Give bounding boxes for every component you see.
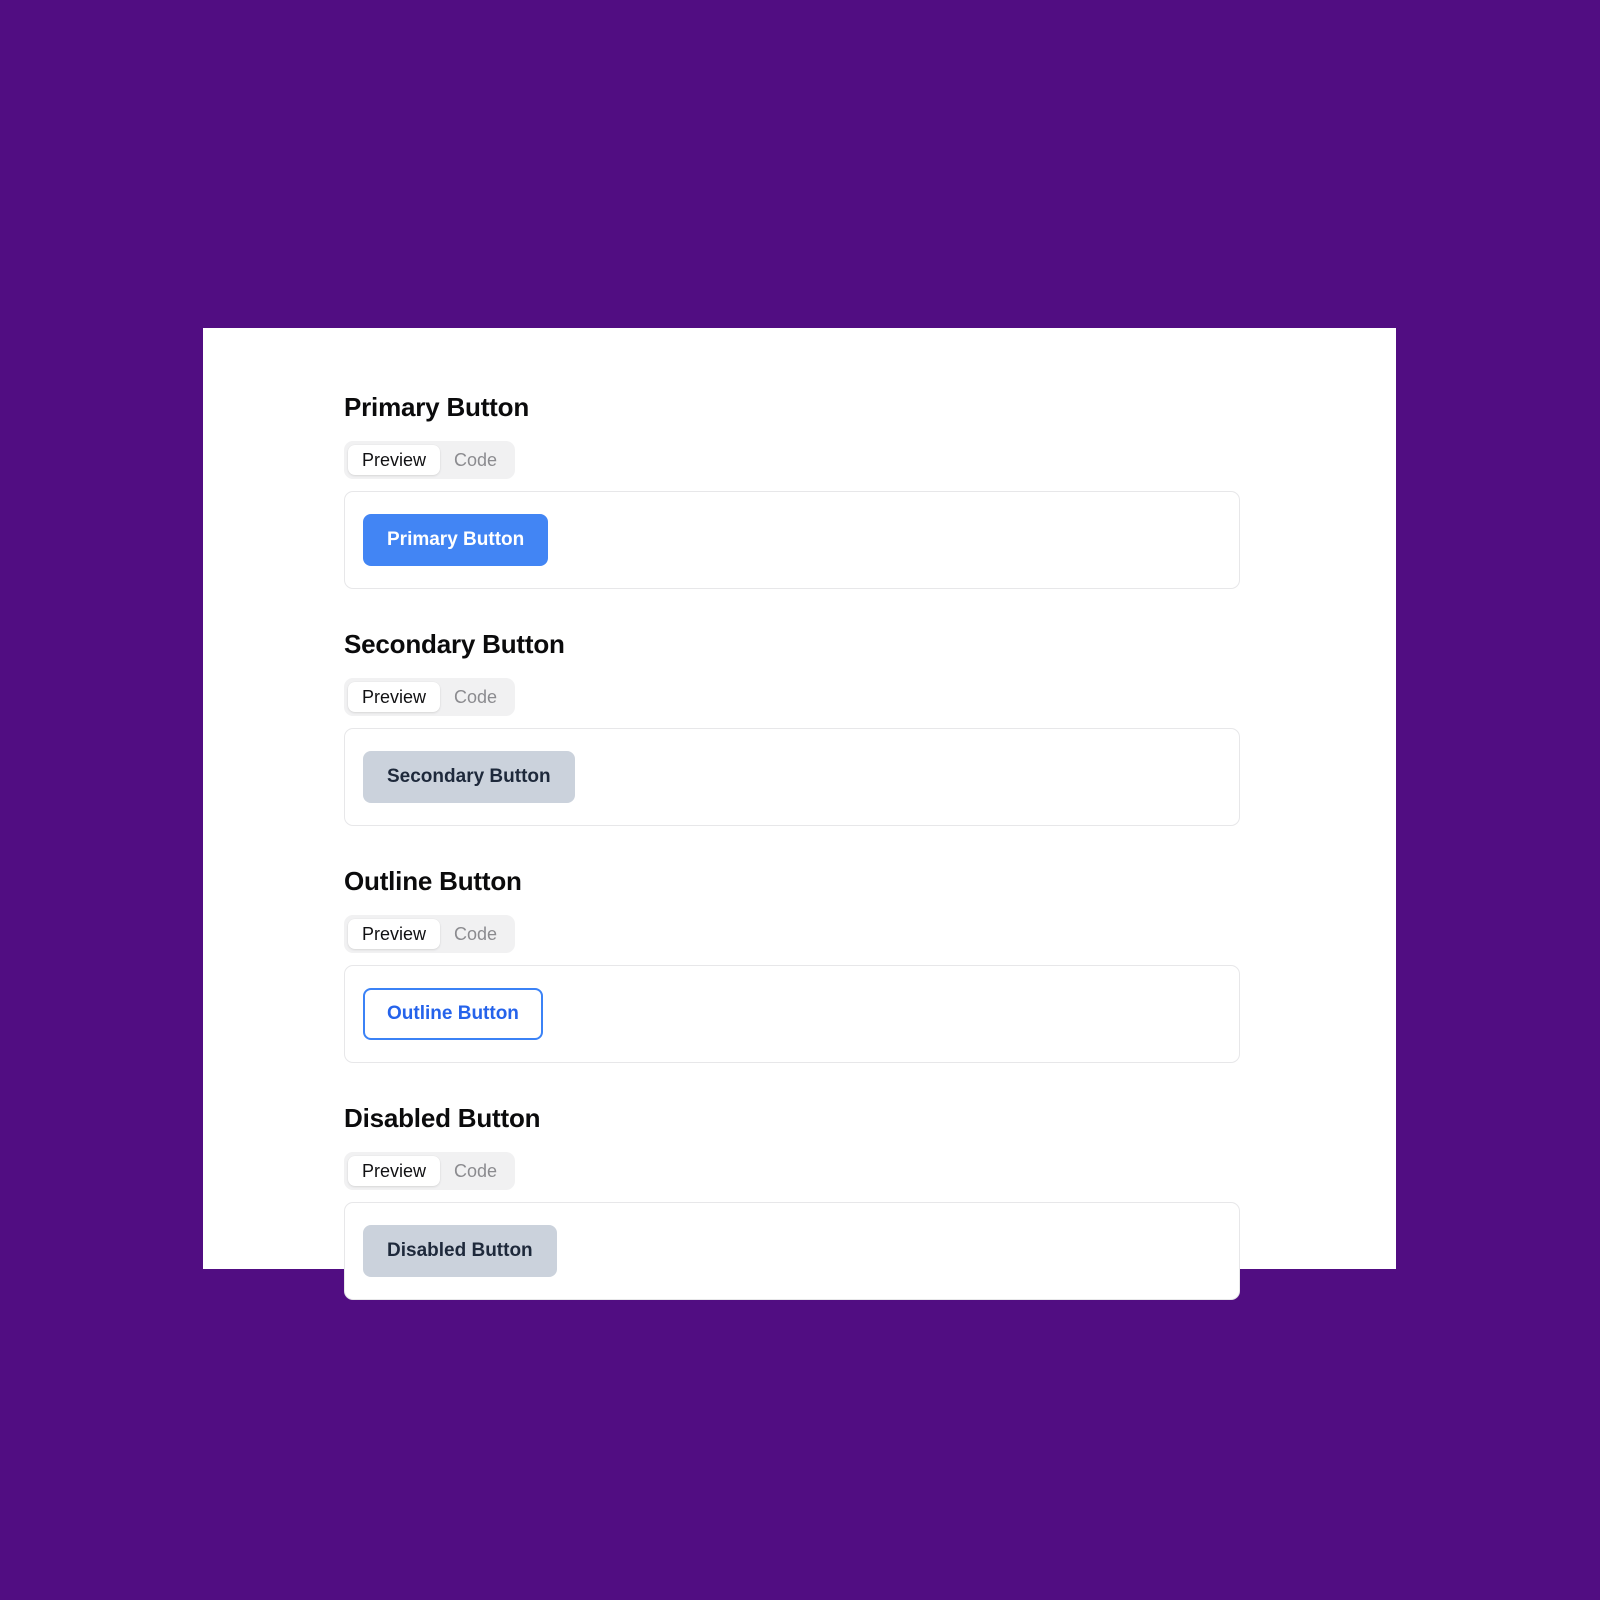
section-secondary-button: Secondary Button Preview Code Secondary …	[344, 629, 1240, 826]
primary-button[interactable]: Primary Button	[363, 514, 549, 566]
tab-group: Preview Code	[344, 678, 516, 716]
tab-preview[interactable]: Preview	[348, 445, 441, 475]
tab-code[interactable]: Code	[440, 445, 511, 475]
tab-code[interactable]: Code	[440, 682, 511, 712]
tab-preview[interactable]: Preview	[348, 919, 441, 949]
tab-preview[interactable]: Preview	[348, 1156, 441, 1186]
tab-code[interactable]: Code	[440, 919, 511, 949]
component-showcase-card: Primary Button Preview Code Primary Butt…	[203, 328, 1396, 1300]
sections-list: Primary Button Preview Code Primary Butt…	[344, 392, 1240, 1300]
section-heading: Secondary Button	[344, 629, 565, 659]
preview-box: Disabled Button	[344, 1202, 1240, 1300]
section-primary-button: Primary Button Preview Code Primary Butt…	[344, 392, 1240, 589]
section-heading: Outline Button	[344, 866, 522, 896]
preview-box: Outline Button	[344, 965, 1240, 1063]
tab-preview[interactable]: Preview	[348, 682, 441, 712]
secondary-button[interactable]: Secondary Button	[363, 751, 575, 803]
section-heading: Primary Button	[344, 392, 530, 422]
tab-code[interactable]: Code	[440, 1156, 511, 1186]
section-heading: Disabled Button	[344, 1103, 541, 1133]
disabled-button: Disabled Button	[363, 1225, 557, 1277]
section-outline-button: Outline Button Preview Code Outline Butt…	[344, 866, 1240, 1063]
section-disabled-button: Disabled Button Preview Code Disabled Bu…	[344, 1103, 1240, 1300]
screen: Primary Button Preview Code Primary Butt…	[0, 0, 1600, 1600]
tab-group: Preview Code	[344, 441, 516, 479]
tab-group: Preview Code	[344, 1152, 516, 1190]
preview-box: Primary Button	[344, 491, 1240, 589]
tab-group: Preview Code	[344, 915, 516, 953]
preview-box: Secondary Button	[344, 728, 1240, 826]
outline-button[interactable]: Outline Button	[363, 988, 543, 1040]
